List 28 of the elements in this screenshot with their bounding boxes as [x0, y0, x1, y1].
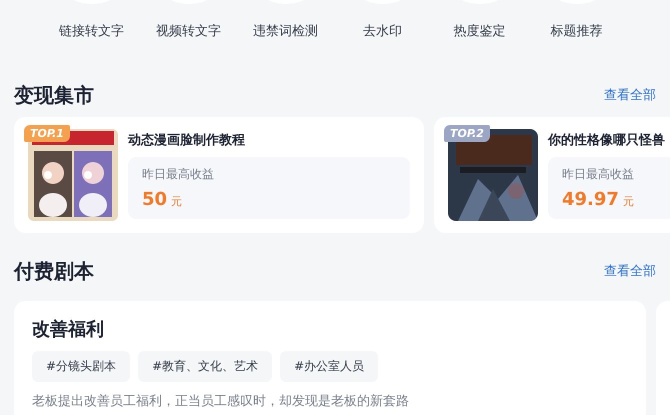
- view-all-link[interactable]: 查看全部: [604, 262, 656, 280]
- tool-button[interactable]: 标题推荐: [550, 22, 602, 40]
- course-title: 你的性格像哪只怪兽: [548, 132, 666, 149]
- income-label: 昨日最高收益: [562, 166, 635, 183]
- tag: #分镜头剧本: [32, 351, 130, 382]
- currency-unit: 元: [622, 194, 634, 209]
- income-label: 昨日最高收益: [142, 166, 215, 183]
- income-amount: 49.97: [562, 189, 619, 210]
- section-title: 付费剧本: [14, 258, 94, 284]
- course-title: 动态漫画脸制作教程: [128, 132, 246, 149]
- currency-unit: 元: [171, 194, 182, 209]
- section-title: 变现集市: [14, 82, 94, 108]
- tag: #办公室人员: [280, 351, 378, 382]
- course-card[interactable]: TOP.1 动态漫画脸制作教程 昨日最高收益 50 元: [14, 117, 424, 233]
- course-card[interactable]: TOP.2 你的性格像哪只怪兽 昨日最高收益 49.97 元: [434, 117, 670, 233]
- income-amount: 50: [142, 189, 168, 210]
- tool-button[interactable]: 链接转文字: [59, 22, 124, 40]
- tool-button[interactable]: 违禁词检测: [253, 22, 318, 40]
- tool-button[interactable]: 去水印: [363, 22, 402, 40]
- tool-button[interactable]: 热度鉴定: [454, 22, 506, 40]
- rank-badge: TOP.1: [24, 125, 70, 142]
- tag: #教育、文化、艺术: [138, 351, 272, 382]
- view-all-link[interactable]: 查看全部: [604, 86, 656, 104]
- script-card[interactable]: 改善福利 #分镜头剧本 #教育、文化、艺术 #办公室人员 老板提出改善员工福利，正当员工感叹时，却发现是老板的新套路: [14, 301, 646, 415]
- script-title: 改善福利: [32, 318, 105, 341]
- tool-button[interactable]: 视频转文字: [156, 22, 221, 40]
- rank-badge: TOP.2: [444, 125, 490, 142]
- script-description: 老板提出改善员工福利，正当员工感叹时，却发现是老板的新套路: [32, 393, 410, 410]
